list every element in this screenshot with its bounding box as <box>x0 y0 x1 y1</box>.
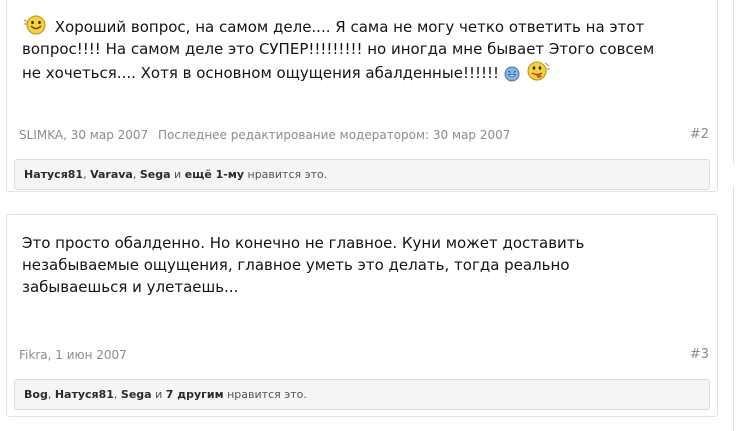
likes-bar: Натуся81, Varava, Sega и ещё 1-му нравит… <box>14 159 710 190</box>
post-message-text: Это просто обалденно. Но конечно не глав… <box>22 234 585 296</box>
post-date[interactable]: 1 июн 2007 <box>55 348 127 362</box>
likes-suffix: нравится это. <box>227 388 307 401</box>
likes-and-word: и <box>174 168 182 181</box>
likes-bar: Bog, Натуся81, Sega и 7 другим нравится … <box>14 379 710 410</box>
like-user[interactable]: Натуся81 <box>55 388 114 401</box>
post-message: Это просто обалденно. Но конечно не глав… <box>22 232 677 298</box>
like-user[interactable]: Bog <box>24 388 48 401</box>
sidebar-edge <box>733 0 740 164</box>
post-2: Хороший вопрос, на самом деле.... Я сама… <box>6 0 718 192</box>
like-user[interactable]: Натуся81 <box>24 168 83 181</box>
post-date[interactable]: 30 мар 2007 <box>71 128 148 142</box>
post-permalink[interactable]: #2 <box>690 127 709 142</box>
like-user[interactable]: Sega <box>121 388 152 401</box>
likes-more-link[interactable]: ещё 1-му <box>185 168 244 181</box>
tongue-out-smiley-icon <box>527 61 550 81</box>
like-user[interactable]: Sega <box>140 168 171 181</box>
likes-suffix: нравится это. <box>247 168 328 181</box>
post-permalink[interactable]: #3 <box>690 347 709 362</box>
post-meta: SLIMKA, 30 мар 2007 Последнее редактиров… <box>19 128 511 142</box>
grinning-smiley-icon <box>23 15 46 35</box>
like-user[interactable]: Varava <box>90 168 133 181</box>
blue-laughing-smiley-icon <box>504 66 520 82</box>
sidebar-edge <box>733 186 740 431</box>
post-meta: Fikra, 1 июн 2007 <box>19 348 127 362</box>
likes-and-word: и <box>155 388 163 401</box>
post-message-text: Хороший вопрос, на самом деле.... Я сама… <box>22 18 655 82</box>
post-3: Это просто обалденно. Но конечно не глав… <box>6 214 718 417</box>
post-author[interactable]: SLIMKA <box>19 128 63 142</box>
edit-note: Последнее редактирование модератором: 30… <box>158 128 511 142</box>
likes-more-link[interactable]: 7 другим <box>166 388 224 401</box>
post-author[interactable]: Fikra <box>19 348 48 362</box>
post-message: Хороший вопрос, на самом деле.... Я сама… <box>22 14 677 84</box>
